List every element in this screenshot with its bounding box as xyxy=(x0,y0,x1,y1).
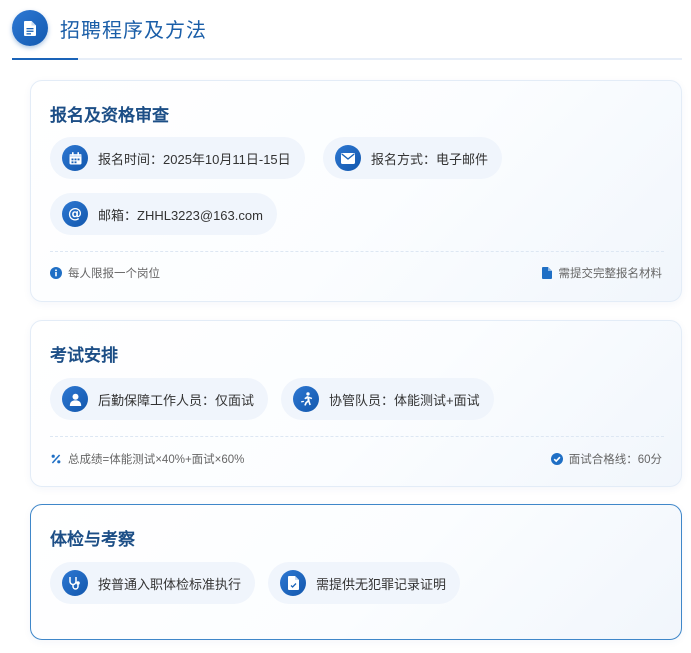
logistics-chip: 后勤保障工作人员：仅面试 xyxy=(50,378,269,420)
note-materials: 需提交完整报名材料 xyxy=(541,265,663,281)
exam-card: 考试安排 后勤保障工作人员：仅面试 协管队员：体能测试+面试 总成绩=体能测试×… xyxy=(30,320,682,487)
registration-method: 报名方式：电子邮件 xyxy=(371,151,489,167)
logistics-text: 后勤保障工作人员：仅面试 xyxy=(98,392,255,408)
check-circle-icon xyxy=(550,453,563,465)
email-address: 邮箱：ZHHL3223@163.com xyxy=(98,207,263,223)
card-title: 考试安排 xyxy=(50,346,118,365)
medical-text: 按普通入职体检标准执行 xyxy=(98,576,242,592)
note-text: 需提交完整报名材料 xyxy=(558,268,663,280)
section-header: 招聘程序及方法 xyxy=(12,10,682,62)
assistant-text: 协管队员：体能测试+面试 xyxy=(329,392,480,408)
at-icon: @ xyxy=(62,201,88,227)
user-icon xyxy=(62,386,88,412)
calendar-icon xyxy=(62,145,88,171)
physical-card: 体检与考察 按普通入职体检标准执行 需提供无犯罪记录证明 xyxy=(30,504,682,640)
note-one-position: 每人限报一个岗位 xyxy=(50,265,160,281)
document-icon xyxy=(12,10,48,46)
note-pass-line: 面试合格线：60分 xyxy=(550,451,662,467)
certificate-icon xyxy=(280,570,306,596)
note-text: 总成绩=体能测试×40%+面试×60% xyxy=(68,454,245,466)
note-text: 面试合格线：60分 xyxy=(568,454,662,466)
card-divider xyxy=(50,251,664,252)
assistant-chip: 协管队员：体能测试+面试 xyxy=(281,378,494,420)
card-divider xyxy=(50,436,664,437)
running-icon xyxy=(293,386,319,412)
card-title: 报名及资格审查 xyxy=(50,106,169,125)
registration-time-chip: 报名时间：2025年10月11日-15日 xyxy=(50,137,305,179)
percent-icon xyxy=(50,453,62,465)
file-icon xyxy=(541,267,553,279)
medical-chip: 按普通入职体检标准执行 xyxy=(50,562,256,604)
envelope-icon xyxy=(335,145,361,171)
note-text: 每人限报一个岗位 xyxy=(68,268,160,280)
header-divider-accent xyxy=(12,58,78,60)
card-title: 体检与考察 xyxy=(50,530,135,549)
info-icon xyxy=(50,267,62,279)
registration-method-chip: 报名方式：电子邮件 xyxy=(323,137,503,179)
header-divider xyxy=(12,58,682,60)
record-chip: 需提供无犯罪记录证明 xyxy=(268,562,461,604)
stethoscope-icon xyxy=(62,570,88,596)
registration-card: 报名及资格审查 报名时间：2025年10月11日-15日 报名方式：电子邮件 @… xyxy=(30,80,682,302)
note-score-formula: 总成绩=体能测试×40%+面试×60% xyxy=(50,451,244,467)
record-text: 需提供无犯罪记录证明 xyxy=(316,576,447,592)
email-chip: @ 邮箱：ZHHL3223@163.com xyxy=(50,193,277,235)
section-title: 招聘程序及方法 xyxy=(60,20,207,42)
registration-time: 报名时间：2025年10月11日-15日 xyxy=(98,151,291,167)
